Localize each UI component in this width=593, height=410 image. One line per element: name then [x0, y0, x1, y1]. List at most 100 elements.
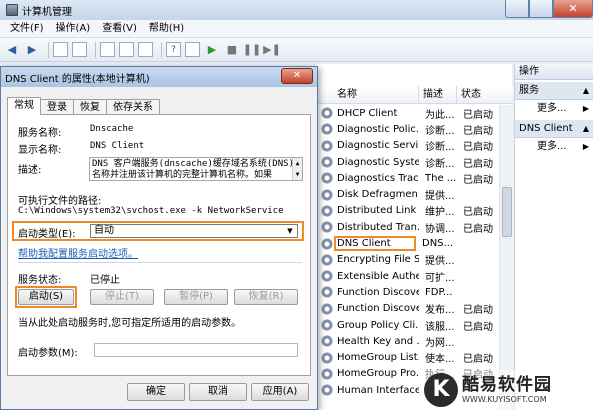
pause-button[interactable]: 暂停(P) — [164, 289, 228, 305]
collapse-icon[interactable]: ▲ — [583, 120, 589, 138]
help-icon[interactable]: ? — [166, 42, 181, 57]
ok-button[interactable]: 确定 — [127, 383, 185, 401]
service-desc-cell: 发布... — [425, 305, 455, 317]
column-status[interactable]: 状态 — [457, 86, 495, 103]
service-gear-icon — [321, 384, 333, 397]
service-desc-cell: 协调... — [425, 223, 455, 235]
service-gear-icon — [321, 270, 333, 283]
service-row[interactable]: Function Discove... FDP... — [315, 284, 499, 300]
service-row[interactable]: Health Key and ... 为网... — [315, 333, 499, 349]
forward-arrow-icon[interactable]: ▶ — [24, 42, 40, 58]
tab-dependencies[interactable]: 依存关系 — [106, 99, 160, 115]
minimize-button[interactable] — [505, 0, 529, 18]
resume-button[interactable]: 恢复(R) — [234, 289, 298, 305]
menu-help[interactable]: 帮助(H) — [143, 20, 190, 38]
computer-management-window: 计算机管理 ✕ 文件(F) 操作(A) 查看(V) 帮助(H) ◀ ▶ ? ▶ … — [0, 0, 593, 410]
description-text[interactable]: DNS 客户端服务(dnscache)缓存域名系统(DNS)名称并注册该计算机的… — [89, 157, 303, 181]
startup-type-value: 自动 — [94, 225, 114, 236]
play-icon[interactable]: ▶ — [204, 42, 220, 58]
start-params-input[interactable] — [94, 343, 298, 357]
service-row[interactable]: Extensible Authe... 可扩... — [315, 268, 499, 284]
properties-icon[interactable] — [100, 42, 115, 57]
collapse-icon[interactable]: ▲ — [583, 82, 589, 100]
actions-section-services[interactable]: 服务 ▲ — [515, 82, 593, 100]
service-row[interactable]: Distributed Link ... 维护... 已启动 — [315, 203, 499, 219]
computer-management-icon — [6, 4, 18, 16]
menu-file[interactable]: 文件(F) — [4, 20, 50, 38]
column-description[interactable]: 描述 — [419, 86, 457, 103]
service-gear-icon — [321, 237, 333, 250]
folder-up-icon[interactable] — [53, 42, 68, 57]
chevron-down-icon: ▼ — [287, 227, 293, 235]
service-row[interactable]: Distributed Tran... 协调... 已启动 — [315, 219, 499, 235]
tab-logon[interactable]: 登录 — [40, 99, 74, 115]
description-label: 描述: — [18, 165, 42, 176]
service-row[interactable]: Function Discove... 发布... 已启动 — [315, 301, 499, 317]
service-gear-icon — [321, 286, 333, 299]
service-desc-cell: DNS... — [422, 238, 454, 250]
more-label: 更多... — [537, 103, 567, 114]
service-desc-cell: FDP... — [425, 286, 453, 298]
back-arrow-icon[interactable]: ◀ — [4, 42, 20, 58]
display-name-label: 显示名称: — [18, 145, 62, 156]
service-row[interactable]: DNS Client DNS... — [315, 235, 499, 252]
tab-recovery[interactable]: 恢复 — [73, 99, 107, 115]
service-row[interactable]: Diagnostics Trac... The ... 已启动 — [315, 170, 499, 186]
service-gear-icon — [321, 221, 333, 234]
actions-more-services[interactable]: 更多... ▶ — [515, 100, 593, 118]
service-desc-cell: 诊断... — [425, 142, 455, 154]
service-name-cell: Extensible Authe... — [337, 270, 419, 282]
services-scrollbar[interactable] — [499, 105, 513, 410]
help-configure-link[interactable]: 帮助我配置服务启动选项。 — [18, 245, 138, 260]
watermark-name: 酷易软件园 — [462, 374, 552, 395]
menu-action[interactable]: 操作(A) — [50, 20, 97, 38]
service-gear-icon — [321, 204, 333, 217]
watermark-url: WWW.KUYISOFT.COM — [462, 394, 547, 404]
column-name[interactable]: 名称 — [315, 86, 419, 103]
service-row[interactable]: DHCP Client 为此... 已启动 — [315, 105, 499, 121]
chevron-right-icon: ▶ — [582, 142, 589, 151]
start-button[interactable]: 启动(S) — [18, 289, 74, 305]
service-row[interactable]: Encrypting File S... 提供... — [315, 252, 499, 268]
service-status-cell: 已启动 — [463, 125, 493, 137]
more-label: 更多... — [537, 141, 567, 152]
service-gear-icon — [321, 123, 333, 136]
service-name-cell: Human Interface... — [337, 384, 419, 396]
services-list-header: 名称 描述 状态 — [315, 86, 513, 104]
cancel-button[interactable]: 取消 — [189, 383, 247, 401]
service-row[interactable]: Disk Defragmen... 提供... — [315, 186, 499, 202]
close-button[interactable]: ✕ — [553, 0, 593, 18]
console-icon[interactable] — [185, 42, 200, 57]
service-name-cell: Diagnostic Polic... — [337, 123, 419, 135]
service-row[interactable]: Diagnostic Syste... 诊断... 已启动 — [315, 154, 499, 170]
apply-button[interactable]: 应用(A) — [251, 383, 309, 401]
description-scrollbar[interactable]: ▲ ▼ — [292, 158, 302, 180]
actions-section-dns-client[interactable]: DNS Client ▲ — [515, 120, 593, 138]
actions-more-dns-client[interactable]: 更多... ▶ — [515, 138, 593, 156]
service-gear-icon — [321, 351, 333, 364]
service-name-value: Dnscache — [90, 124, 134, 134]
stop-icon[interactable]: ■ — [224, 42, 240, 58]
service-row[interactable]: Diagnostic Polic... 诊断... 已启动 — [315, 121, 499, 137]
service-row[interactable]: Group Policy Cli... 该服... 已启动 — [315, 317, 499, 333]
restart-icon[interactable]: ▶❚ — [263, 42, 281, 58]
dialog-title-bar: DNS Client 的属性(本地计算机) ✕ — [1, 67, 317, 87]
service-name-cell: Diagnostics Trac... — [337, 172, 419, 184]
service-row[interactable]: Diagnostic Servi... 诊断... 已启动 — [315, 138, 499, 154]
menu-view[interactable]: 查看(V) — [96, 20, 143, 38]
chevron-right-icon: ▶ — [582, 104, 589, 113]
stop-button[interactable]: 停止(T) — [90, 289, 154, 305]
tree-icon[interactable] — [72, 42, 87, 57]
scrollbar-thumb[interactable] — [502, 187, 512, 237]
dialog-close-button[interactable]: ✕ — [281, 68, 313, 84]
service-row[interactable]: HomeGroup List... 使本... 已启动 — [315, 349, 499, 365]
service-gear-icon — [321, 172, 333, 185]
startup-type-select[interactable]: 自动 ▼ — [90, 224, 298, 238]
maximize-button[interactable] — [529, 0, 553, 18]
refresh-icon[interactable] — [119, 42, 134, 57]
service-gear-icon — [321, 302, 333, 315]
tab-general[interactable]: 常规 — [7, 97, 41, 115]
pause-icon[interactable]: ❚❚ — [243, 42, 261, 58]
export-icon[interactable] — [138, 42, 153, 57]
startup-type-label: 启动类型(E): — [18, 229, 76, 240]
